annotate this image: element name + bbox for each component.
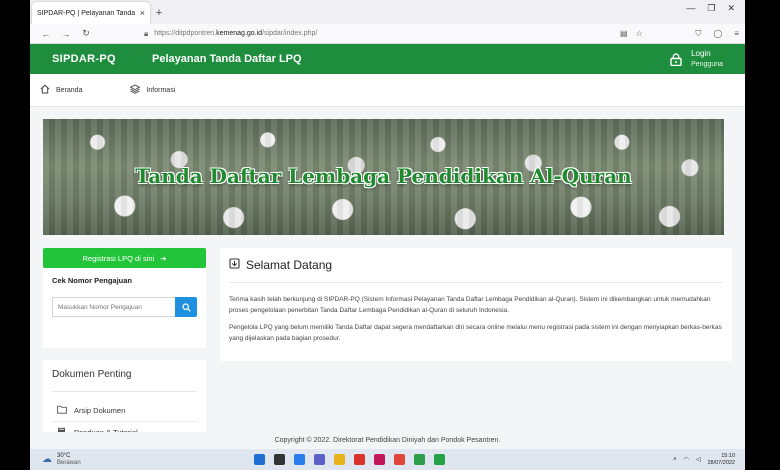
weather-temp: 30°C: [57, 452, 71, 459]
login-button[interactable]: Login Pengguna: [669, 48, 745, 70]
url-path: /sipdar/index.php/: [262, 30, 318, 37]
toolbar-right: ⛉ ◯ ≡: [695, 29, 739, 39]
folder-icon: [57, 405, 67, 416]
lock-icon: [669, 52, 683, 66]
taskbar-app-icon[interactable]: [414, 454, 425, 465]
main-menu: Beranda Informasi: [30, 74, 745, 107]
clock-time: 15:10: [721, 452, 735, 459]
browser-tab[interactable]: SIPDAR-PQ | Pelayanan Tanda Daft ×: [32, 2, 150, 24]
brand-logo[interactable]: SIPDAR-PQ: [30, 53, 130, 65]
welcome-title: Selamat Datang: [246, 258, 333, 272]
info-box-icon: [229, 258, 240, 272]
taskbar-app-icon[interactable]: [294, 454, 305, 465]
search-button[interactable]: [175, 297, 197, 317]
taskbar-app-icon[interactable]: [374, 454, 385, 465]
site-title: Pelayanan Tanda Daftar LPQ: [152, 53, 302, 65]
taskbar-app-icon[interactable]: [274, 454, 285, 465]
cloud-icon: ☁: [42, 454, 52, 465]
chevron-up-icon[interactable]: ˄: [673, 457, 677, 463]
taskbar-app-icon[interactable]: [334, 454, 345, 465]
doc-item-arsip[interactable]: Arsip Dokumen: [52, 400, 197, 422]
login-label: Login: [691, 49, 711, 58]
site-footer: Copyright © 2022. Direktorat Pendidikan …: [30, 432, 745, 449]
volume-icon[interactable]: ◁: [696, 456, 701, 463]
check-label: Cek Nomor Pengajuan: [52, 276, 133, 285]
new-tab-button[interactable]: +: [150, 2, 168, 24]
banner-title: Tanda Daftar Lembaga Pendidikan Al-Quran: [135, 164, 632, 188]
search-icon: [181, 302, 191, 312]
taskbar-apps: [254, 454, 445, 465]
shield-icon[interactable]: ⛉: [695, 29, 701, 39]
menu-item-informasi[interactable]: Informasi: [129, 83, 176, 97]
clock-date: 28/07/2022: [707, 459, 735, 466]
taskbar-app-icon[interactable]: [394, 454, 405, 465]
system-tray: ˄ ◠ ◁ 15:10 28/07/2022: [673, 453, 745, 467]
taskbar-app-icon[interactable]: [254, 454, 265, 465]
welcome-header: Selamat Datang: [229, 258, 723, 283]
clock[interactable]: 15:10 28/07/2022: [707, 453, 735, 467]
weather-widget[interactable]: ☁ 30°C Berawan: [30, 453, 230, 467]
doc-item-label: Arsip Dokumen: [74, 406, 126, 415]
window-controls: — ❐ ✕: [686, 3, 745, 14]
close-window-button[interactable]: ✕: [727, 3, 735, 14]
taskbar-app-icon[interactable]: [314, 454, 325, 465]
welcome-card: Selamat Datang Terima kasih telah berkun…: [220, 248, 732, 361]
browser-tabbar: SIPDAR-PQ | Pelayanan Tanda Daft × + — ❐…: [30, 0, 745, 24]
check-submission-card: Cek Nomor Pengajuan: [43, 268, 206, 348]
reload-icon[interactable]: ↻: [76, 28, 96, 39]
reader-view-icon[interactable]: ▤: [620, 29, 628, 38]
url-prefix: https://ditpdpontren.: [154, 30, 217, 37]
menu-item-label: Informasi: [146, 86, 176, 94]
wifi-icon[interactable]: ◠: [684, 456, 689, 463]
weather-desc: Berawan: [57, 459, 81, 466]
site-header: SIPDAR-PQ Pelayanan Tanda Daftar LPQ Log…: [30, 44, 745, 74]
tab-title: SIPDAR-PQ | Pelayanan Tanda Daft: [37, 9, 137, 17]
address-bar-icons: ▤ ☆: [620, 29, 643, 38]
address-bar[interactable]: 🔒︎ https://ditpdpontren. kemenag.go.id/si…: [144, 26, 614, 42]
tab-close-icon[interactable]: ×: [140, 8, 145, 18]
check-search-row: [52, 297, 197, 317]
taskbar-app-icon[interactable]: [434, 454, 445, 465]
home-icon: [40, 84, 50, 97]
layers-icon: [129, 83, 141, 97]
screen: SIPDAR-PQ | Pelayanan Tanda Daft × + — ❐…: [30, 0, 745, 470]
submission-number-input[interactable]: [52, 297, 175, 317]
url-host: kemenag.go.id: [216, 30, 263, 37]
browser-navbar: ← → ↻ 🔒︎ https://ditpdpontren. kemenag.go…: [30, 24, 745, 44]
welcome-paragraph-2: Pengelola LPQ yang belum memiliki Tanda …: [229, 324, 722, 342]
register-lpq-button[interactable]: Registrasi LPQ di sini ➔: [43, 248, 206, 268]
login-sub: Pengguna: [691, 61, 723, 68]
minimize-button[interactable]: —: [686, 3, 695, 14]
menu-item-beranda[interactable]: Beranda: [40, 84, 82, 97]
menu-icon[interactable]: ≡: [734, 29, 739, 39]
welcome-paragraph-1: Terima kasih telah berkunjung di SIPDAR-…: [229, 296, 711, 314]
taskbar-app-icon[interactable]: [354, 454, 365, 465]
os-taskbar: ☁ 30°C Berawan ˄ ◠ ◁ 15:10 28/07/2022: [30, 449, 745, 470]
forward-arrow-icon[interactable]: →: [56, 29, 76, 39]
site-lock-icon[interactable]: 🔒︎: [144, 29, 148, 39]
account-icon[interactable]: ◯: [713, 29, 722, 39]
documents-title: Dokumen Penting: [52, 369, 197, 392]
register-label: Registrasi LPQ di sini: [82, 253, 155, 263]
arrow-right-icon: ➔: [160, 253, 167, 263]
maximize-button[interactable]: ❐: [707, 3, 715, 14]
back-arrow-icon[interactable]: ←: [36, 29, 56, 39]
hero-banner: Tanda Daftar Lembaga Pendidikan Al-Quran: [43, 119, 724, 235]
bookmark-star-icon[interactable]: ☆: [636, 29, 643, 38]
menu-item-label: Beranda: [56, 86, 83, 94]
